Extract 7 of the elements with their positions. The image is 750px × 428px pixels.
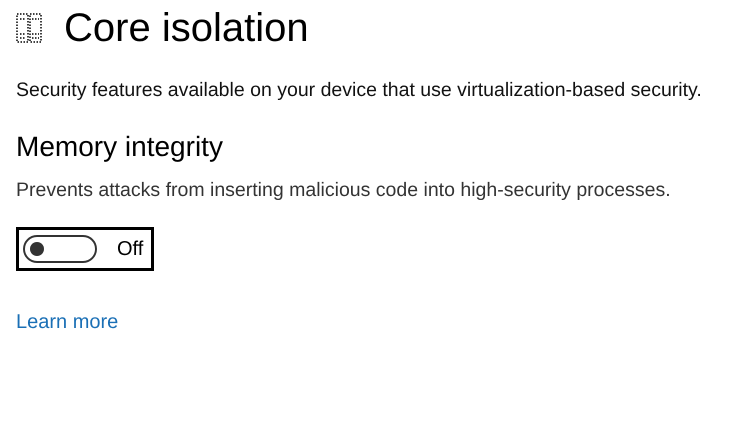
section-title: Memory integrity — [16, 131, 224, 163]
page-description: Security features available on your device that use virtualization-based security. — [16, 78, 703, 103]
learn-more-link[interactable]: Learn more — [16, 311, 118, 334]
core-isolation-icon — [16, 13, 42, 43]
section-description: Prevents attacks from inserting malicious code into high-security processes. — [16, 178, 672, 203]
memory-integrity-toggle[interactable]: Off — [16, 227, 154, 271]
page-title: Core isolation — [64, 6, 309, 50]
